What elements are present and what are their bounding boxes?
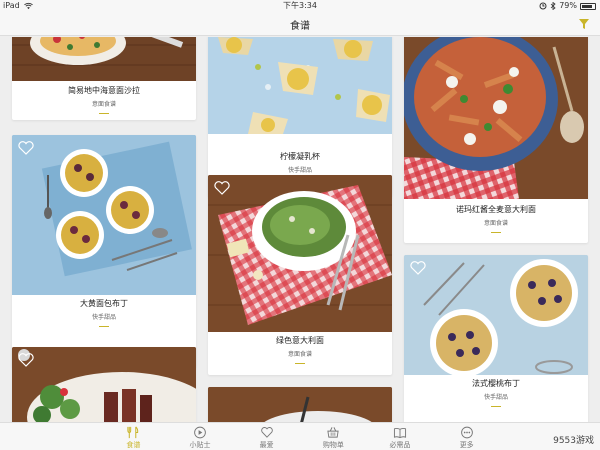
- status-time: 下午3:34: [283, 1, 317, 10]
- recipe-category: 快手甜品: [483, 394, 508, 401]
- recipe-card[interactable]: 柠檬凝乳杯 快手甜品: [208, 37, 392, 197]
- favorite-heart-icon[interactable]: [214, 181, 230, 195]
- tab-favorites[interactable]: 最爱: [233, 423, 300, 450]
- favorite-heart-icon[interactable]: [410, 261, 426, 275]
- recipe-card[interactable]: [208, 387, 392, 422]
- tab-more[interactable]: 更多: [433, 423, 500, 450]
- tab-label: 小贴士: [189, 441, 211, 449]
- recipe-category: 意面食谱: [287, 351, 312, 358]
- tab-shopping-list[interactable]: 购物单: [300, 423, 367, 450]
- status-bar: iPad 下午3:34 79%: [0, 0, 600, 12]
- bluetooth-icon: [550, 2, 556, 10]
- cutlery-icon: [127, 426, 139, 439]
- recipe-category: 意面食谱: [483, 220, 508, 227]
- recipe-name: 柠檬凝乳杯: [280, 152, 320, 161]
- book-icon: [393, 427, 407, 439]
- tab-essentials[interactable]: 必需品: [367, 423, 434, 450]
- recipe-card[interactable]: 诺玛红酱全麦意大利面 意面食谱: [404, 37, 588, 243]
- recipe-name: 绿色意大利面: [276, 336, 324, 345]
- favorite-heart-icon[interactable]: [18, 141, 34, 155]
- play-circle-icon: [194, 426, 206, 439]
- recipe-photo: [404, 255, 588, 375]
- recipe-category: 快手甜品: [91, 314, 116, 321]
- recipe-photo: [208, 37, 392, 134]
- battery-percent: 79%: [559, 1, 577, 10]
- accent-divider: [491, 406, 501, 407]
- tab-recipes[interactable]: 食谱: [100, 423, 167, 450]
- more-icon: [460, 426, 473, 439]
- recipe-card[interactable]: [12, 347, 196, 422]
- heart-icon: [260, 427, 273, 438]
- tab-label: 购物单: [322, 441, 344, 449]
- tab-label: 最爱: [259, 441, 274, 449]
- tab-label: 更多: [459, 441, 474, 449]
- orientation-lock-icon: [539, 2, 547, 10]
- recipe-name: 诺玛红酱全麦意大利面: [456, 205, 536, 214]
- accent-divider: [295, 363, 305, 364]
- basket-icon: [327, 427, 339, 438]
- recipe-card[interactable]: 绿色意大利面 意面食谱: [208, 175, 392, 375]
- recipe-photo: [12, 135, 196, 295]
- favorite-heart-icon[interactable]: [18, 353, 34, 367]
- recipe-photo: [12, 347, 196, 422]
- recipe-card[interactable]: 法式樱桃布丁 快手甜品: [404, 255, 588, 422]
- recipe-category: 意面食谱: [91, 101, 116, 108]
- recipe-card[interactable]: 简易地中海意面沙拉 意面食谱: [12, 37, 196, 120]
- accent-divider: [99, 326, 109, 327]
- recipe-photo: [12, 37, 196, 81]
- page-title: 食谱: [290, 21, 310, 32]
- watermark-logo: 9553游戏: [553, 436, 594, 446]
- recipe-grid: 简易地中海意面沙拉 意面食谱 大黄面包布丁 快手甜品 柠檬凝乳杯 快手甜品 绿色…: [0, 37, 600, 422]
- recipe-name: 简易地中海意面沙拉: [68, 86, 140, 95]
- recipe-photo: [208, 175, 392, 332]
- tab-bar: 食谱 小贴士 最爱 购物单 必需品 更多: [0, 422, 600, 450]
- recipe-name: 大黄面包布丁: [80, 299, 128, 308]
- tab-label: 食谱: [126, 441, 141, 449]
- tab-label: 必需品: [389, 441, 411, 449]
- nav-bar: 食谱: [0, 12, 600, 36]
- recipe-name: 法式樱桃布丁: [472, 379, 520, 388]
- recipe-photo: [208, 387, 392, 422]
- tab-tips[interactable]: 小贴士: [167, 423, 234, 450]
- recipe-photo: [404, 37, 588, 199]
- accent-divider: [491, 232, 501, 233]
- recipe-card[interactable]: 大黄面包布丁 快手甜品: [12, 135, 196, 368]
- battery-icon: [580, 2, 596, 10]
- recipe-category: 快手甜品: [287, 167, 312, 174]
- filter-icon[interactable]: [578, 18, 590, 30]
- accent-divider: [99, 113, 109, 114]
